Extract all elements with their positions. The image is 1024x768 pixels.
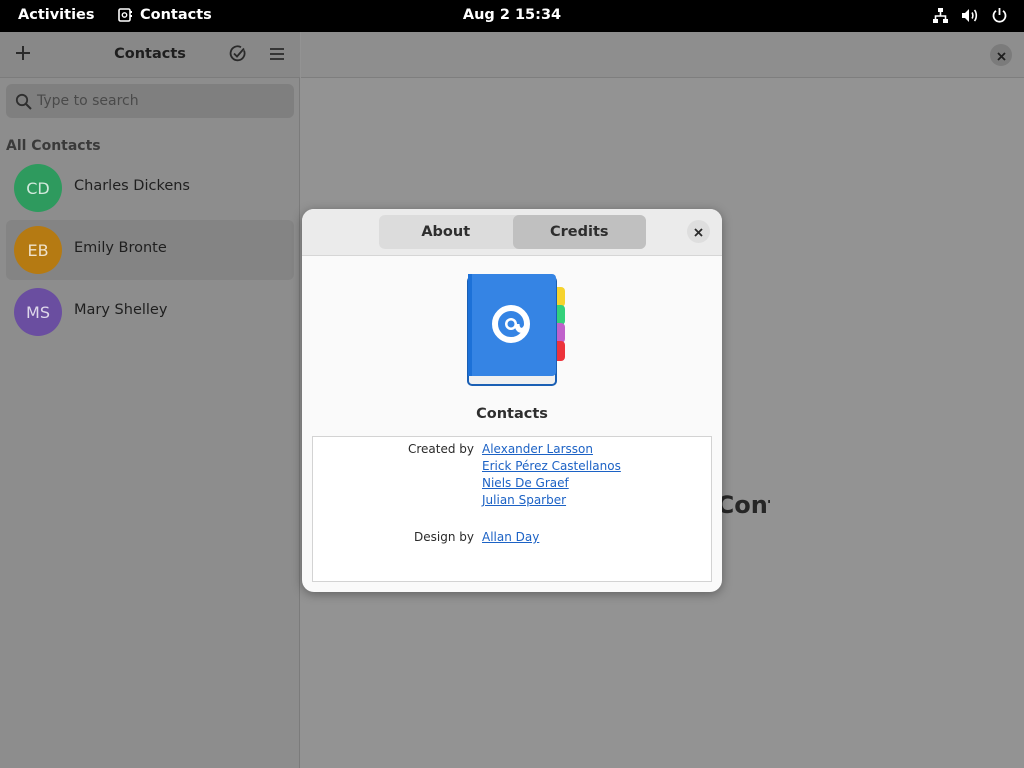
- credit-link[interactable]: Niels De Graef: [482, 475, 621, 492]
- credits-panel: Created by Alexander Larsson Erick Pérez…: [312, 436, 712, 582]
- system-tray[interactable]: [932, 7, 1008, 24]
- design-by-list: Allan Day: [482, 529, 539, 546]
- tab-about[interactable]: About: [379, 215, 513, 249]
- created-by-list: Alexander Larsson Erick Pérez Castellano…: [482, 441, 621, 509]
- contact-name: Charles Dickens: [74, 178, 190, 194]
- window-close-button[interactable]: [990, 44, 1012, 66]
- network-icon[interactable]: [932, 7, 949, 24]
- checkmark-circle-icon: [229, 44, 246, 66]
- dialog-close-button[interactable]: [687, 220, 710, 243]
- contact-name: Emily Bronte: [74, 240, 167, 256]
- about-dialog: About Credits Contacts Created by Alexan…: [302, 209, 722, 592]
- credit-link[interactable]: Alexander Larsson: [482, 441, 621, 458]
- avatar: CD: [14, 164, 62, 212]
- avatar: EB: [14, 226, 62, 274]
- main-header: [301, 32, 1024, 78]
- all-contacts-heading: All Contacts: [6, 138, 101, 154]
- close-icon: [996, 46, 1006, 65]
- contact-row[interactable]: EB Emily Bronte: [6, 220, 294, 280]
- dialog-header: About Credits: [302, 209, 722, 256]
- main-menu-button[interactable]: [262, 40, 292, 70]
- created-by-label: Created by: [407, 442, 474, 456]
- design-by-label: Design by: [414, 530, 474, 544]
- contact-row[interactable]: MS Mary Shelley: [6, 282, 294, 342]
- top-bar: Activities Contacts Aug 2 15:34: [0, 0, 1024, 32]
- tab-credits[interactable]: Credits: [512, 215, 646, 249]
- close-icon: [694, 222, 703, 241]
- tab-switcher: About Credits: [379, 215, 646, 249]
- select-button[interactable]: [222, 40, 252, 70]
- search-placeholder: Type to search: [37, 93, 139, 109]
- credit-link[interactable]: Allan Day: [482, 529, 539, 546]
- credit-link[interactable]: Julian Sparber: [482, 492, 621, 509]
- sidebar: Contacts Type to search All Contacts CD …: [0, 32, 300, 768]
- search-field[interactable]: Type to search: [6, 84, 294, 118]
- search-icon: [15, 93, 32, 114]
- credit-link[interactable]: Erick Pérez Castellanos: [482, 458, 621, 475]
- dialog-app-name: Contacts: [476, 406, 548, 422]
- hamburger-menu-icon: [269, 46, 285, 65]
- volume-icon[interactable]: [961, 7, 979, 24]
- sidebar-header: Contacts: [0, 32, 300, 78]
- clock[interactable]: Aug 2 15:34: [0, 7, 1024, 23]
- contact-row[interactable]: CD Charles Dickens: [6, 158, 294, 218]
- address-book-icon: [465, 271, 570, 391]
- avatar: MS: [14, 288, 62, 336]
- sidebar-title: Contacts: [114, 46, 186, 62]
- power-icon[interactable]: [991, 7, 1008, 24]
- contact-name: Mary Shelley: [74, 302, 168, 318]
